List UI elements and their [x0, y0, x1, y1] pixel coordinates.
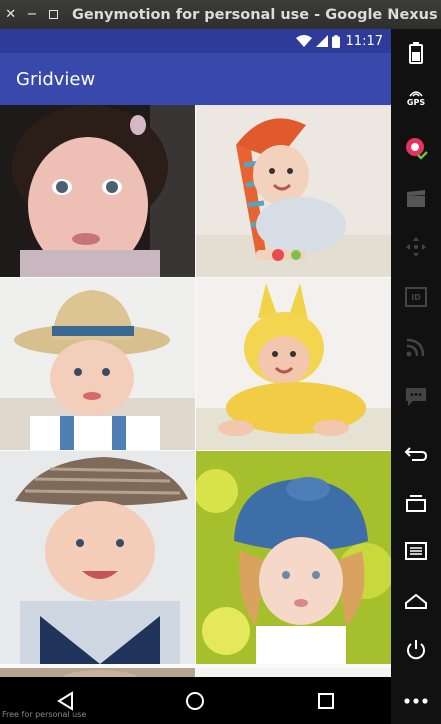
dpad-icon [406, 237, 426, 257]
grid-photo-1[interactable] [0, 105, 195, 277]
dpad-widget-button[interactable] [391, 225, 441, 269]
power-button[interactable] [391, 628, 441, 672]
home-outline-icon [405, 593, 427, 609]
cast-widget-button[interactable] [391, 325, 441, 369]
grid-photo-5[interactable] [0, 451, 195, 664]
app-title: Gridview [16, 68, 96, 90]
rss-icon [406, 338, 425, 357]
webcam-widget-button[interactable] [391, 127, 441, 171]
recent-apps-icon [406, 495, 426, 512]
home-button[interactable] [175, 681, 215, 721]
signal-icon [315, 35, 328, 47]
watermark: Free for personal use [2, 710, 87, 719]
battery-icon [409, 42, 423, 64]
recents-button[interactable] [306, 681, 346, 721]
status-bar: 11:17 [0, 29, 391, 53]
maximize-icon [48, 10, 58, 19]
grid-photo-4[interactable] [196, 278, 391, 450]
app-bar: Gridview [0, 53, 391, 105]
emulator-toolbar: GPS ID [391, 29, 441, 724]
back-icon [57, 690, 74, 711]
battery-icon [331, 34, 340, 48]
grid-photo-6[interactable] [196, 451, 391, 664]
gps-icon [409, 90, 423, 97]
home-icon [186, 691, 205, 710]
menu-icon [405, 542, 427, 560]
toolbar-recents-button[interactable] [391, 482, 441, 526]
message-icon [406, 388, 426, 406]
photo-grid [0, 105, 391, 677]
toolbar-menu-button[interactable] [391, 529, 441, 573]
id-label: ID [411, 292, 421, 302]
webcam-icon [406, 138, 428, 160]
status-time: 11:17 [345, 33, 383, 49]
maximize-window-button[interactable] [43, 0, 64, 29]
window-title: Genymotion for personal use - Google Nex… [71, 6, 441, 23]
grid-photo-8[interactable] [196, 665, 391, 677]
grid-photo-2[interactable] [196, 105, 391, 277]
close-window-button[interactable]: ✕ [0, 0, 21, 29]
grid-photo-3[interactable] [0, 278, 195, 450]
back-arrow-icon [404, 447, 428, 461]
identifiers-widget-button[interactable]: ID [391, 275, 441, 319]
toolbar-back-button[interactable] [391, 432, 441, 476]
sms-widget-button[interactable] [391, 375, 441, 419]
grid-photo-7[interactable] [0, 665, 195, 677]
clapperboard-icon [407, 190, 425, 207]
gps-label: GPS [406, 97, 426, 107]
minimize-window-button[interactable]: − [21, 0, 42, 29]
device-screen: 11:17 Gridview [0, 29, 391, 677]
wifi-icon [295, 35, 312, 47]
power-icon [407, 640, 425, 660]
recents-icon [317, 692, 334, 709]
emulator-title-bar: ✕ − Genymotion for personal use - Google… [0, 0, 441, 29]
more-options-button[interactable] [391, 679, 441, 723]
battery-widget-button[interactable] [391, 31, 441, 75]
more-dots-icon [404, 698, 428, 704]
capture-widget-button[interactable] [391, 177, 441, 221]
gps-widget-button[interactable]: GPS [391, 75, 441, 119]
toolbar-home-button[interactable] [391, 579, 441, 623]
